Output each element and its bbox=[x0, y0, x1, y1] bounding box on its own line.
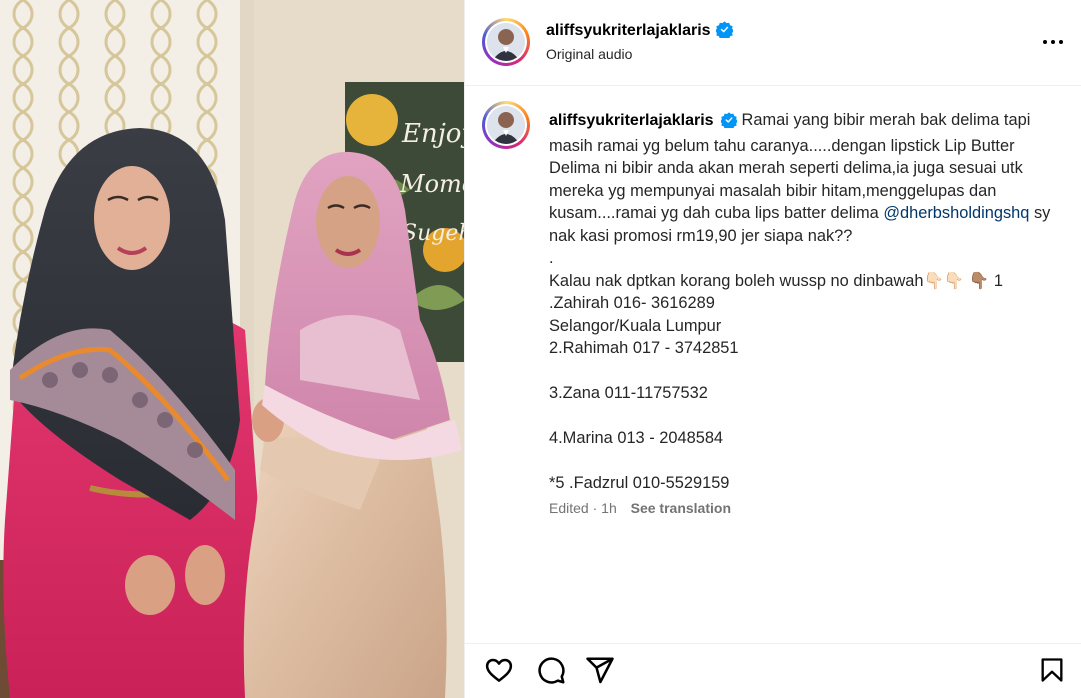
poster-text-1: Enjoy bbox=[401, 119, 464, 149]
see-translation-button[interactable]: See translation bbox=[631, 500, 731, 516]
share-icon[interactable] bbox=[584, 654, 616, 686]
caption-username[interactable]: aliffsyukriterlajaklaris bbox=[549, 112, 714, 129]
post-media[interactable]: Enjoy Mome Sugeh bbox=[0, 0, 464, 698]
caption-mention-link[interactable]: @dherbsholdingshq bbox=[883, 204, 1029, 222]
author-username[interactable]: aliffsyukriterlajaklaris bbox=[546, 22, 711, 39]
author-avatar[interactable] bbox=[482, 18, 530, 66]
post-timestamp[interactable]: 1h bbox=[601, 500, 617, 516]
caption-avatar[interactable] bbox=[482, 101, 530, 149]
poster-text-3: Sugeh bbox=[402, 221, 464, 246]
bookmark-icon[interactable] bbox=[1036, 654, 1068, 686]
action-bar bbox=[465, 643, 1081, 698]
edited-label: Edited bbox=[549, 500, 589, 516]
avatar-image bbox=[487, 23, 525, 61]
caption-text: aliffsyukriterlajaklaris Ramai yang bibir… bbox=[549, 109, 1064, 495]
poster-text-2: Mome bbox=[399, 170, 464, 198]
verified-badge-icon bbox=[719, 112, 738, 135]
post-meta: Edited · 1h See translation bbox=[549, 500, 731, 516]
avatar-image bbox=[487, 106, 525, 144]
post-header: aliffsyukriterlajaklaris Original audio bbox=[465, 0, 1081, 86]
heart-icon[interactable] bbox=[483, 654, 515, 686]
more-options-icon[interactable] bbox=[1041, 30, 1065, 54]
post-photo: Enjoy Mome Sugeh bbox=[0, 0, 464, 698]
post-detail-panel: aliffsyukriterlajaklaris Original audio bbox=[464, 0, 1081, 698]
audio-label[interactable]: Original audio bbox=[546, 46, 632, 62]
caption-body-2: sy nak kasi promosi rm19,90 jer siapa na… bbox=[549, 204, 1051, 492]
comment-icon[interactable] bbox=[535, 654, 567, 686]
verified-badge-icon bbox=[714, 21, 734, 43]
meta-separator: · bbox=[592, 500, 598, 516]
